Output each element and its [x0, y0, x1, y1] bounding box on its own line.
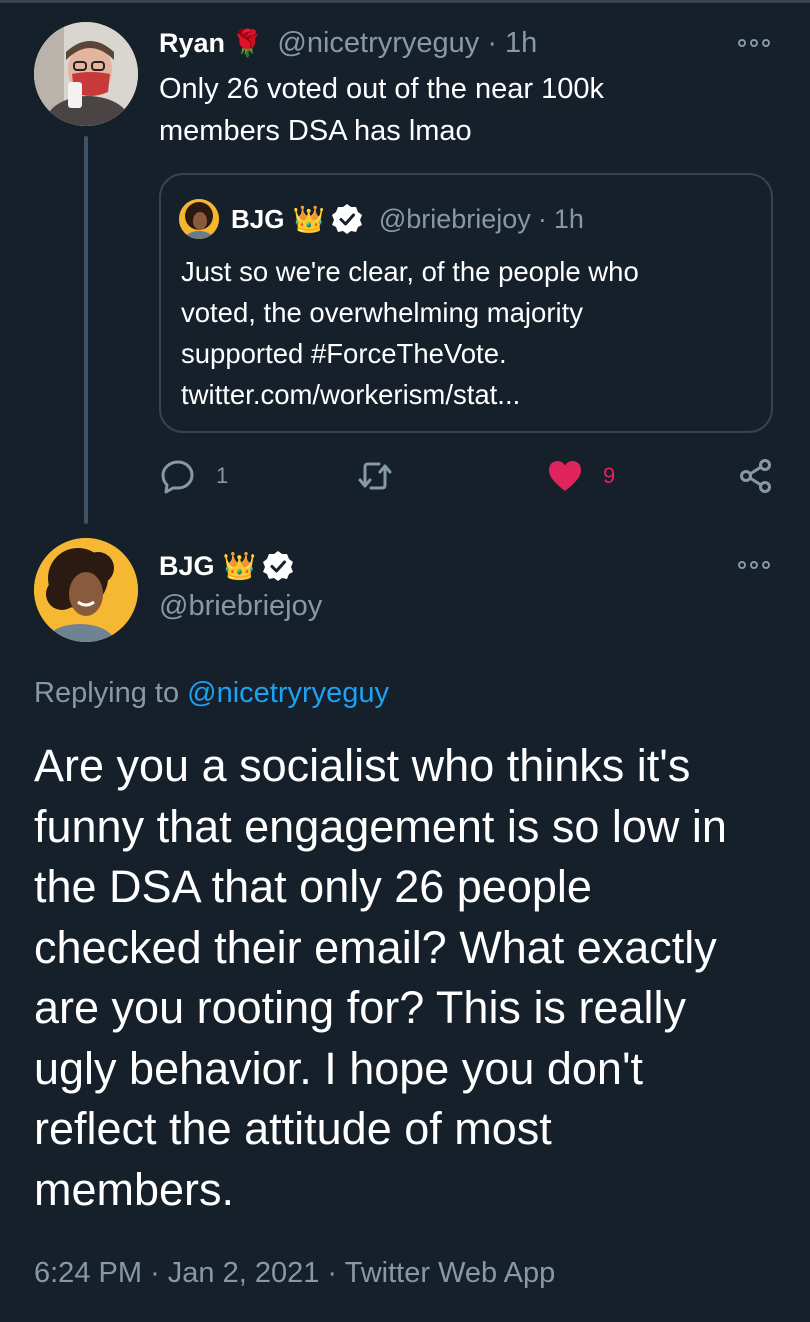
replying-to: Replying to @nicetryryeguy [34, 677, 389, 710]
main-author-handle[interactable]: @briebriejoy [159, 590, 322, 623]
quoted-tweet-text: Just so we're clear, of the people who v… [181, 251, 761, 415]
quoted-text-line: Just so we're clear, of the people who [181, 256, 639, 287]
quoted-text-line: twitter.com/workerism/stat... [181, 379, 521, 410]
thread-connector-line [84, 136, 88, 524]
reply-icon [161, 460, 194, 494]
parent-text-line: members DSA has lmao [159, 115, 472, 147]
tweet-meta: 6:24 PM · Jan 2, 2021 · Twitter Web App [34, 1257, 555, 1290]
crown-emoji: 👑 [292, 203, 325, 234]
quoted-timestamp: 1h [553, 203, 584, 234]
separator-dot: · [537, 203, 547, 234]
avatar-bjg[interactable] [34, 538, 138, 642]
quoted-tweet-card[interactable]: BJG 👑 @briebriejoy · 1h Just so we're cl… [159, 173, 773, 433]
parent-timestamp[interactable]: 1h [505, 27, 537, 60]
tweet-time[interactable]: 6:24 PM [34, 1257, 142, 1289]
tweet-source[interactable]: Twitter Web App [345, 1257, 556, 1289]
parent-author-name[interactable]: Ryan [159, 28, 225, 59]
like-button[interactable]: 9 [547, 456, 615, 496]
share-icon [740, 459, 771, 493]
crown-emoji: 👑 [222, 551, 257, 581]
replying-to-label: Replying to [34, 677, 180, 709]
main-author-name[interactable]: BJG [159, 551, 215, 582]
quoted-author-handle: @briebriejoy [378, 203, 531, 234]
replying-to-handle-link[interactable]: @nicetryryeguy [187, 677, 389, 709]
main-text-line: the DSA that only 26 people [34, 861, 592, 912]
verified-badge-icon [263, 551, 294, 581]
parent-author-handle[interactable]: @nicetryryeguy [277, 27, 479, 60]
parent-tweet-text: Only 26 voted out of the near 100k membe… [159, 68, 604, 152]
avatar-ryan-image [34, 22, 138, 126]
separator-dot: · [150, 1257, 168, 1289]
tweet-date[interactable]: Jan 2, 2021 [168, 1257, 320, 1289]
like-count: 9 [603, 463, 616, 488]
separator-dot: · [487, 26, 497, 59]
top-divider [0, 0, 810, 3]
verified-badge-icon [331, 204, 362, 234]
main-text-line: reflect the attitude of most [34, 1103, 552, 1154]
main-text-line: are you rooting for? This is really [34, 982, 686, 1033]
reply-count: 1 [216, 463, 229, 488]
retweet-button[interactable] [357, 459, 393, 493]
quoted-author-avatar [179, 199, 219, 239]
main-text-line: ugly behavior. I hope you don't [34, 1042, 644, 1094]
quoted-text-line: supported #ForceTheVote. [181, 338, 507, 369]
parent-text-line: Only 26 voted out of the near 100k [159, 73, 604, 105]
retweet-icon [358, 462, 392, 490]
reply-button[interactable]: 1 [160, 456, 228, 496]
separator-dot: · [327, 1257, 345, 1289]
main-text-line: funny that engagement is so low in [34, 800, 727, 852]
share-button[interactable] [738, 458, 774, 494]
heart-icon [549, 461, 581, 491]
avatar-ryan[interactable] [34, 22, 138, 126]
quoted-avatar-image [179, 199, 219, 239]
quoted-text-line: voted, the overwhelming majority [181, 297, 583, 328]
quoted-author-name: BJG [231, 203, 285, 234]
avatar-bjg-image [34, 538, 138, 642]
main-text-line: Are you a socialist who thinks it's [34, 740, 691, 791]
parent-more-options-icon[interactable] [738, 36, 774, 50]
main-text-line: members. [34, 1163, 235, 1215]
main-text-line: checked their email? What exactly [34, 921, 717, 973]
main-tweet-text: Are you a socialist who thinks it's funn… [34, 736, 784, 1220]
rose-emoji: 🌹 [231, 27, 264, 58]
main-more-options-icon[interactable] [738, 558, 774, 572]
